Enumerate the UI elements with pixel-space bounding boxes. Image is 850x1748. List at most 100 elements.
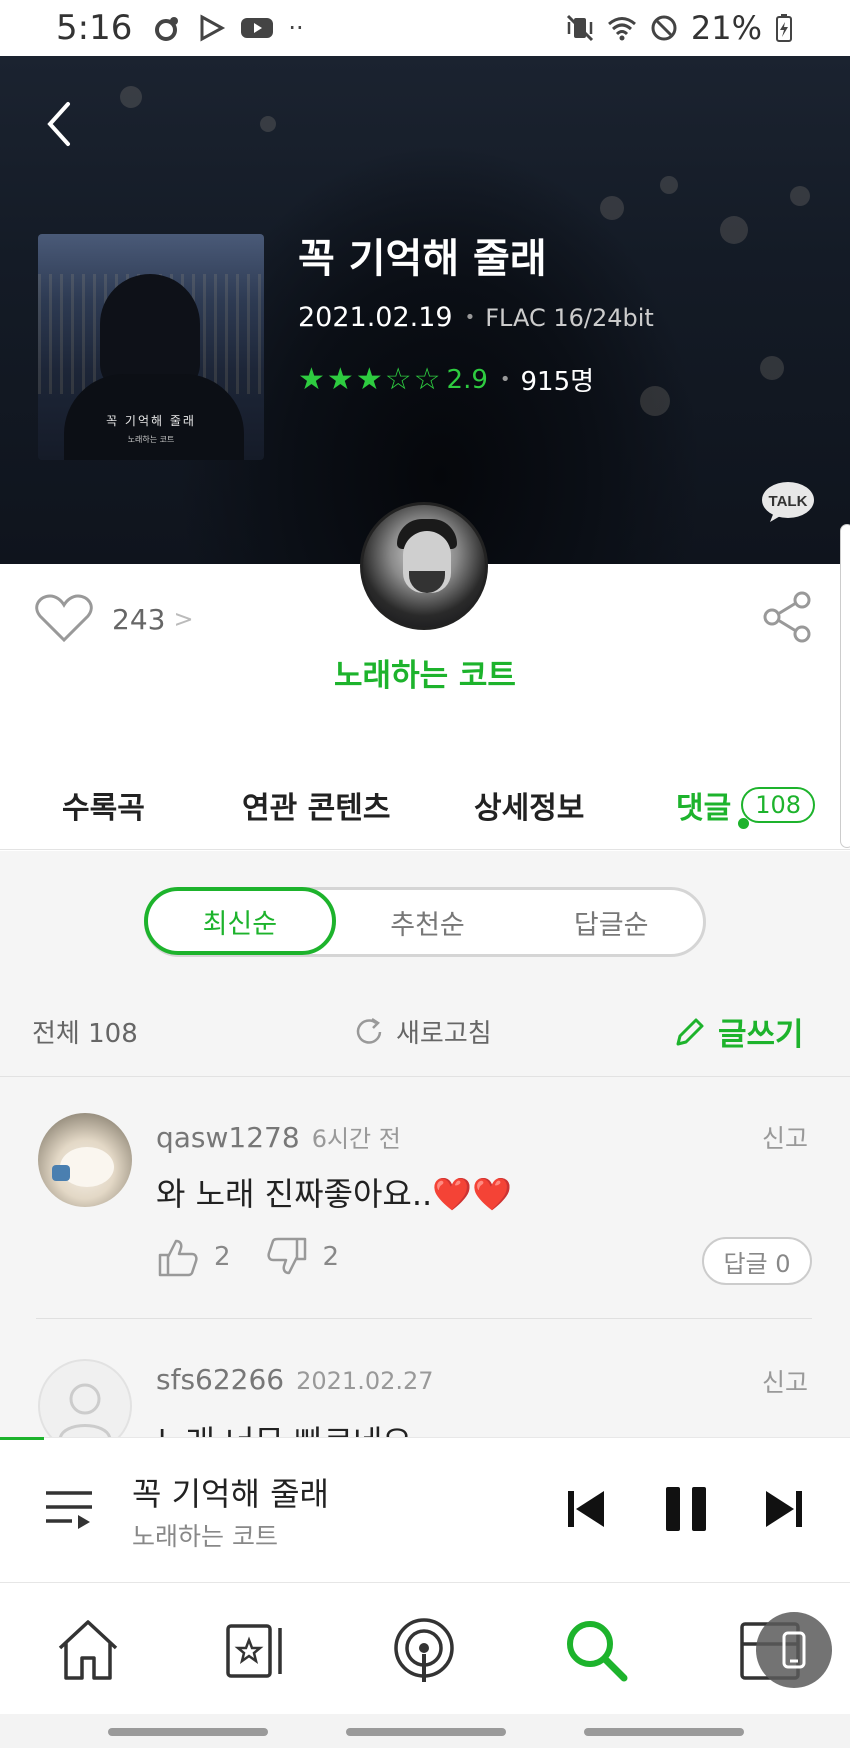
- artist-name[interactable]: 노래하는 코트: [0, 650, 850, 695]
- sort-latest[interactable]: 최신순: [144, 887, 336, 955]
- comment-text: 노래 너무 빠르네요: [156, 1417, 412, 1437]
- like-count: 2: [214, 1242, 231, 1272]
- rating-stars: ★ ★ ★ ☆ ☆: [298, 361, 441, 397]
- comment-text: 와 노래 진짜좋아요..❤️❤️: [156, 1175, 512, 1213]
- star-filled-icon: ★: [298, 361, 325, 397]
- system-nav-home[interactable]: [346, 1728, 506, 1736]
- bokeh-light: [120, 86, 142, 108]
- podcast-icon[interactable]: [388, 1614, 460, 1686]
- search-icon[interactable]: [560, 1614, 632, 1686]
- my-music-icon[interactable]: [220, 1614, 292, 1686]
- meta-separator: •: [499, 369, 511, 390]
- wifi-icon: [607, 17, 636, 41]
- kakaotalk-icon[interactable]: TALK: [760, 480, 816, 524]
- tab-details[interactable]: 상세정보: [474, 783, 584, 827]
- refresh-button[interactable]: 새로고침: [352, 1013, 492, 1050]
- comment-list-bar: 전체 108 새로고침 글쓰기: [0, 987, 850, 1077]
- heart-icon: [35, 594, 93, 643]
- reply-button[interactable]: 답글 0: [702, 1237, 812, 1285]
- refresh-label: 새로고침: [396, 1019, 492, 1049]
- avatar-cup: [52, 1165, 70, 1181]
- audio-format: FLAC 16/24bit: [485, 303, 654, 332]
- status-time: 5:16: [56, 8, 133, 48]
- comment-time: 2021.02.27: [296, 1367, 434, 1395]
- bokeh-light: [790, 186, 810, 206]
- artist-avatar[interactable]: [360, 502, 488, 630]
- playlist-icon[interactable]: [44, 1485, 96, 1533]
- content-tabs: 수록곡 연관 콘텐츠 상세정보 댓글 108: [0, 760, 850, 850]
- rating-count: 915명: [520, 367, 595, 397]
- phone-icon: [782, 1631, 806, 1669]
- vibrate-mute-icon: [566, 14, 593, 42]
- pencil-icon: [676, 1018, 704, 1045]
- edge-panel-handle[interactable]: [840, 524, 850, 848]
- write-comment-button[interactable]: 글쓰기: [672, 1009, 804, 1054]
- system-nav-back[interactable]: [584, 1728, 744, 1736]
- comment-username[interactable]: sfs62266: [156, 1363, 284, 1396]
- tab-comments-label: 댓글: [676, 790, 732, 826]
- star-filled-icon: ★: [326, 361, 354, 397]
- comment-item: sfs62266 2021.02.27 신고 노래 너무 빠르네요: [0, 1359, 850, 1437]
- bokeh-light: [600, 196, 624, 220]
- comment-user: sfs62266 2021.02.27: [156, 1363, 434, 1396]
- comment-count-badge: 108: [741, 786, 816, 823]
- rating-row[interactable]: ★ ★ ★ ☆ ☆ 2.9 • 915명: [298, 361, 594, 398]
- sort-recommended[interactable]: 추천순: [336, 890, 520, 954]
- like-button[interactable]: 243 >: [34, 594, 194, 644]
- home-icon[interactable]: [52, 1614, 124, 1686]
- youtube-icon: [241, 18, 274, 38]
- thumbs-down-icon[interactable]: [265, 1235, 309, 1279]
- thumbs-up-icon[interactable]: [156, 1235, 200, 1279]
- active-tab-indicator: [738, 818, 749, 829]
- comment-divider: [36, 1318, 812, 1319]
- mini-player[interactable]: 꼭 기억해 줄래 노래하는 코트: [0, 1437, 850, 1583]
- write-label: 글쓰기: [718, 1017, 804, 1053]
- dislike-count: 2: [322, 1242, 340, 1272]
- bokeh-light: [720, 216, 748, 244]
- skip-previous-icon[interactable]: [558, 1481, 614, 1537]
- comment-avatar[interactable]: [38, 1113, 132, 1207]
- comment-item: qasw1278 6시간 전 신고 와 노래 진짜좋아요..❤️❤️ 2 2 답…: [0, 1113, 850, 1353]
- album-cover[interactable]: 꼭 기억해 줄래 노래하는 코트: [38, 234, 264, 460]
- comment-actions: 2 2: [156, 1235, 339, 1279]
- tab-related[interactable]: 연관 콘텐츠: [242, 783, 390, 827]
- bottom-navigation: [0, 1584, 850, 1714]
- star-empty-icon: ☆: [413, 361, 441, 397]
- report-button[interactable]: 신고: [762, 1363, 808, 1399]
- status-notification-icons: ··: [152, 13, 304, 43]
- report-button[interactable]: 신고: [762, 1119, 808, 1155]
- pause-icon[interactable]: [658, 1481, 714, 1537]
- like-count: 243: [112, 602, 166, 636]
- system-navigation-bar: [0, 1714, 850, 1748]
- sort-replies[interactable]: 답글순: [519, 890, 703, 954]
- album-meta: 2021.02.19 • FLAC 16/24bit: [298, 302, 654, 333]
- system-nav-recents[interactable]: [108, 1728, 268, 1736]
- share-icon[interactable]: [760, 590, 814, 644]
- floating-device-button[interactable]: [756, 1612, 832, 1688]
- star-filled-icon: ★: [355, 361, 383, 397]
- comment-username[interactable]: qasw1278: [156, 1121, 300, 1154]
- like-chevron: >: [173, 605, 194, 633]
- tab-tracks[interactable]: 수록곡: [62, 783, 145, 827]
- play-store-icon: [200, 14, 226, 42]
- back-button[interactable]: [40, 94, 80, 154]
- comment-time: 6시간 전: [311, 1125, 401, 1153]
- release-date: 2021.02.19: [298, 302, 453, 333]
- status-right: 21%: [565, 9, 794, 47]
- album-cover-title: 꼭 기억해 줄래: [106, 414, 196, 428]
- sort-selector: 최신순 추천순 답글순: [144, 887, 706, 957]
- star-empty-icon: ☆: [384, 361, 412, 397]
- battery-percent: 21%: [690, 9, 762, 47]
- playback-progress-track: [44, 1437, 850, 1438]
- album-header: 꼭 기억해 줄래 노래하는 코트 꼭 기억해 줄래 2021.02.19 • F…: [0, 56, 850, 564]
- album-cover-artist: 노래하는 코트: [127, 435, 175, 444]
- refresh-icon: [356, 1017, 382, 1044]
- default-avatar-icon: [59, 1383, 111, 1437]
- talk-label: TALK: [769, 493, 808, 510]
- skip-next-icon[interactable]: [756, 1481, 812, 1537]
- comment-avatar[interactable]: [38, 1359, 132, 1437]
- rating-value: 2.9: [446, 364, 488, 395]
- do-not-disturb-icon: [651, 15, 677, 41]
- bokeh-light: [660, 176, 678, 194]
- bokeh-light: [760, 356, 784, 380]
